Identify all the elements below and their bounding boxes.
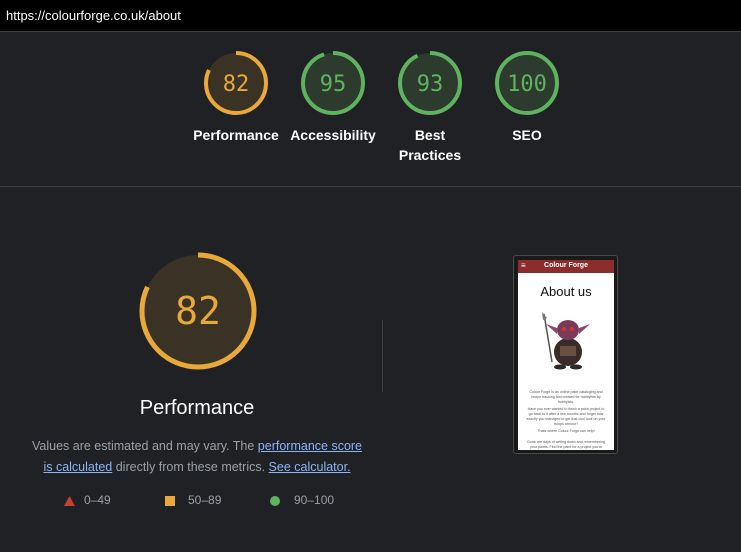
gauge-accessibility[interactable]: 95 Accessibility	[283, 50, 383, 145]
gauge-score: 93	[417, 72, 444, 97]
goblin-illustration	[542, 312, 590, 370]
gauge-performance[interactable]: 82 Performance	[186, 50, 286, 145]
gauge-score: 100	[507, 72, 547, 97]
performance-description: Values are estimated and may vary. The p…	[28, 436, 366, 478]
legend-range: 90–100	[294, 493, 335, 507]
gauge-label: Performance	[193, 127, 279, 143]
main-gauge-ring: 82	[139, 252, 257, 370]
legend-range: 50–89	[188, 493, 222, 507]
divider	[382, 320, 383, 392]
gauge-best-practices[interactable]: 93 Best Practices	[380, 50, 480, 165]
main-score: 82	[175, 289, 221, 333]
score-summary: 82 Performance 95 Accessibility 93 Best …	[0, 32, 741, 187]
screenshot-screen: ≡ Colour Forge About us Colour Forge is …	[518, 260, 614, 450]
gauge-score: 82	[223, 72, 250, 97]
legend-range: 0–49	[84, 493, 111, 507]
triangle-icon	[64, 496, 75, 506]
site-paragraph: Colour Forge is an online paint catalogi…	[529, 390, 603, 404]
gauge-ring: 82	[204, 51, 268, 115]
performance-title: Performance	[139, 397, 255, 419]
page-screenshot-thumbnail[interactable]: ≡ Colour Forge About us Colour Forge is …	[513, 255, 618, 454]
gauge-label: Accessibility	[290, 127, 376, 143]
square-icon	[165, 496, 175, 506]
site-header: ≡ Colour Forge	[518, 260, 614, 273]
desc-prefix: Values are estimated and may vary. The	[31, 439, 258, 453]
gauge-label: Best Practices	[398, 127, 462, 163]
url-text: https://colourforge.co.uk/about	[6, 8, 181, 23]
site-brand: Colour Forge	[544, 262, 588, 269]
circle-icon	[270, 496, 280, 506]
address-bar[interactable]: https://colourforge.co.uk/about	[0, 0, 741, 32]
gauge-ring: 93	[398, 51, 462, 115]
site-paragraph: Gone are days of writing down and rememb…	[527, 440, 605, 449]
site-page-title: About us	[540, 284, 592, 299]
see-calculator-link[interactable]: See calculator.	[269, 460, 351, 474]
desc-middle: directly from these metrics.	[112, 460, 269, 474]
site-paragraph: Thats where Colour Forge can help!	[537, 429, 595, 433]
site-paragraph: Have you ever wanted to finish a paint p…	[526, 407, 606, 426]
gauge-ring: 100	[495, 51, 559, 115]
gauge-score: 95	[320, 72, 347, 97]
gauge-ring: 95	[301, 51, 365, 115]
performance-main-gauge: 82	[137, 250, 259, 377]
gauge-label: SEO	[512, 127, 542, 143]
gauge-seo[interactable]: 100 SEO	[477, 50, 577, 145]
